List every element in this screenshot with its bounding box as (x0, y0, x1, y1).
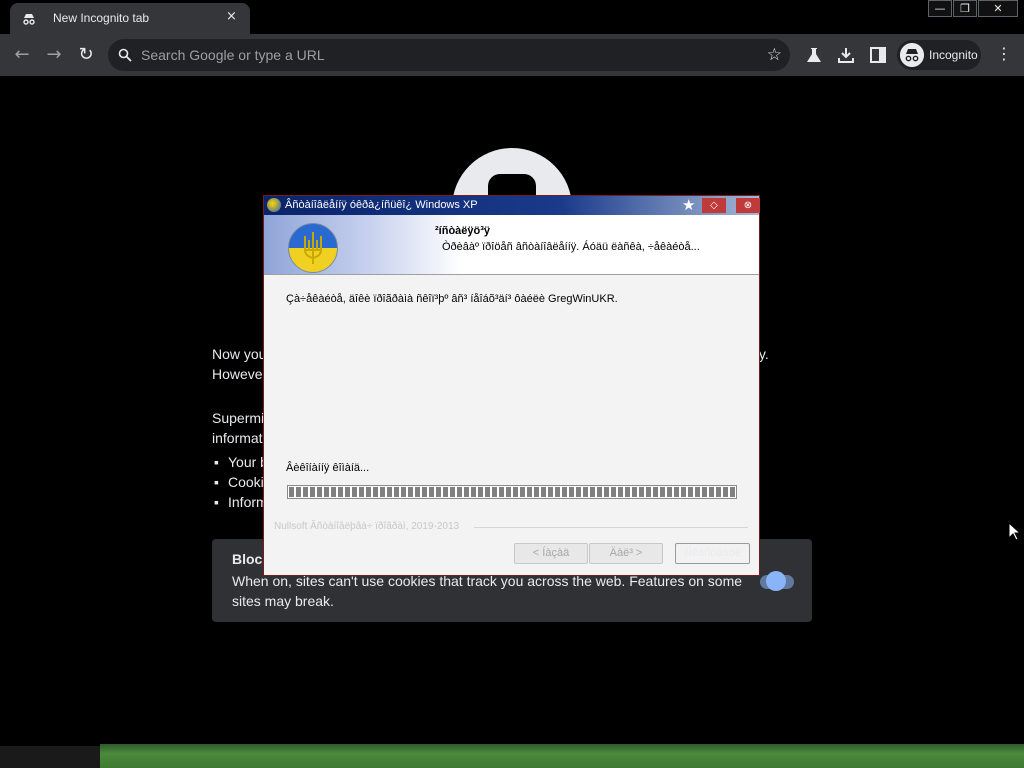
background-grass (100, 744, 1024, 768)
profile-label: Incognito (929, 48, 978, 62)
restore-button[interactable]: ❐ (953, 0, 977, 17)
dialog-title: Âñòàíîâëåííÿ óêðà¿íñüêî¿ Windows XP (285, 199, 478, 211)
install-message: Çà÷åêàéòå, äîêè ïðîãðàìà ñêîï³þº âñ³ íåî… (286, 293, 618, 305)
trident-icon (304, 232, 322, 264)
reload-icon[interactable]: ↻ (74, 43, 98, 67)
back-button[interactable]: < Íàçàä (514, 543, 588, 564)
cookie-card-description: When on, sites can't use cookies that tr… (232, 573, 743, 609)
list-item: Your b (228, 454, 268, 470)
dialog-header-title: ²íñòàëÿö³ÿ (435, 225, 491, 237)
bullet-dot: ▪ (214, 474, 219, 490)
side-panel-icon[interactable] (868, 45, 888, 65)
background-strip (0, 746, 100, 768)
dialog-header: ²íñòàëÿö³ÿ Òðèâàº ïðîöåñ âñòàíîâëåííÿ. Á… (264, 215, 759, 275)
dialog-header-subtitle: Òðèâàº ïðîöåñ âñòàíîâëåííÿ. Áóäü ëàñêà, … (442, 241, 700, 253)
dialog-close-button[interactable]: ⊗ (736, 198, 760, 213)
tab-title: New Incognito tab (53, 11, 150, 25)
mouse-cursor-icon (1008, 522, 1020, 541)
close-window-button[interactable]: ✕ (978, 0, 1018, 17)
page-text-line2: However (212, 366, 268, 382)
tab-strip: New Incognito tab × — ❐ ✕ (0, 0, 1024, 34)
search-icon (118, 48, 132, 62)
page-text-line3: Supermi (212, 410, 265, 426)
install-status: Âèêîíàííÿ êîìàíä... (286, 462, 370, 474)
profile-incognito-button[interactable]: Incognito (897, 40, 981, 70)
installer-app-icon (267, 198, 281, 212)
ukraine-emblem-icon (288, 223, 338, 273)
minimize-button[interactable]: — (928, 0, 952, 17)
bullet-dot: ▪ (214, 454, 219, 470)
page-text-line1: Now you (212, 346, 267, 362)
incognito-icon (900, 43, 924, 67)
dialog-restore-button[interactable]: ◇ (702, 198, 726, 213)
dialog-body: Çà÷åêàéòå, äîêè ïðîãðàìà ñêîï³þº âñ³ íåî… (264, 275, 759, 575)
next-button[interactable]: Äàë³ > (589, 543, 663, 564)
install-progress-bar (287, 485, 737, 499)
browser-toolbar: ← → ↻ Search Google or type a URL ☆ Inco… (0, 34, 1024, 76)
toggle-knob[interactable] (766, 571, 786, 591)
page-text-line4: informat (212, 430, 263, 446)
progress-fill (289, 487, 735, 497)
forward-icon[interactable]: → (42, 43, 66, 67)
list-item: Cooki (228, 474, 264, 490)
menu-icon[interactable]: ⋮ (996, 44, 1012, 63)
labs-icon[interactable] (804, 45, 824, 65)
nsis-branding: Nullsoft Âñòàíîâëþâà÷ ïðîãðàì, 2019-2013 (274, 521, 460, 532)
installer-dialog: Âñòàíîâëåííÿ óêðà¿íñüêî¿ Windows XP ★ ◇ … (263, 195, 760, 576)
tab-close-icon[interactable]: × (226, 9, 237, 24)
download-icon[interactable] (836, 45, 856, 65)
star-icon[interactable]: ☆ (767, 45, 782, 65)
omnibox-placeholder: Search Google or type a URL (141, 47, 325, 63)
list-item: Inform (228, 494, 268, 510)
dialog-titlebar[interactable]: Âñòàíîâëåííÿ óêðà¿íñüêî¿ Windows XP ★ ◇ … (264, 196, 760, 215)
branding-separator (474, 527, 748, 528)
omnibox[interactable]: Search Google or type a URL ☆ (108, 39, 790, 71)
bullet-dot: ▪ (214, 494, 219, 510)
incognito-icon (23, 14, 35, 25)
tab-new-incognito[interactable]: New Incognito tab × (10, 3, 250, 34)
back-icon[interactable]: ← (10, 43, 34, 67)
cancel-button[interactable]: Ñêàñóâàòè (675, 543, 750, 564)
pin-star-icon[interactable]: ★ (682, 197, 695, 213)
